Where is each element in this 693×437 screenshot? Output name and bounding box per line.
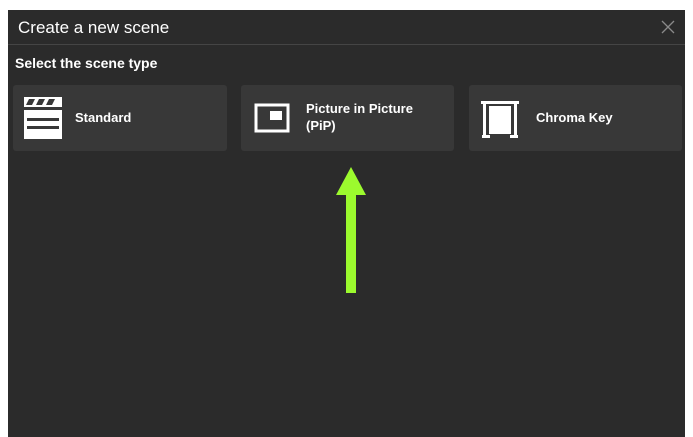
scene-type-pip-label-line1: Picture in Picture [306,101,413,116]
scene-type-chroma-key-label: Chroma Key [536,110,613,125]
scene-type-heading: Select the scene type [15,55,158,71]
scene-type-standard-label: Standard [75,110,132,125]
dialog-title: Create a new scene [18,18,170,37]
dialog-title-bar: Create a new scene [8,10,685,45]
scene-type-chroma-key-button[interactable]: Chroma Key [469,85,682,151]
create-scene-dialog: Create a new scene Select the scene type… [8,10,685,437]
scene-type-standard-button[interactable]: Standard [13,85,227,151]
clapperboard-icon [24,97,62,139]
close-button[interactable] [657,16,679,38]
scene-type-pip-button[interactable]: Picture in Picture (PiP) [241,85,454,151]
close-icon [661,20,675,34]
picture-in-picture-icon [254,103,290,133]
scene-type-pip-label-line2: (PiP) [306,118,336,133]
scene-type-pip-label: Picture in Picture (PiP) [306,100,413,134]
arrow-up-icon [336,167,366,293]
green-screen-icon [481,101,519,138]
